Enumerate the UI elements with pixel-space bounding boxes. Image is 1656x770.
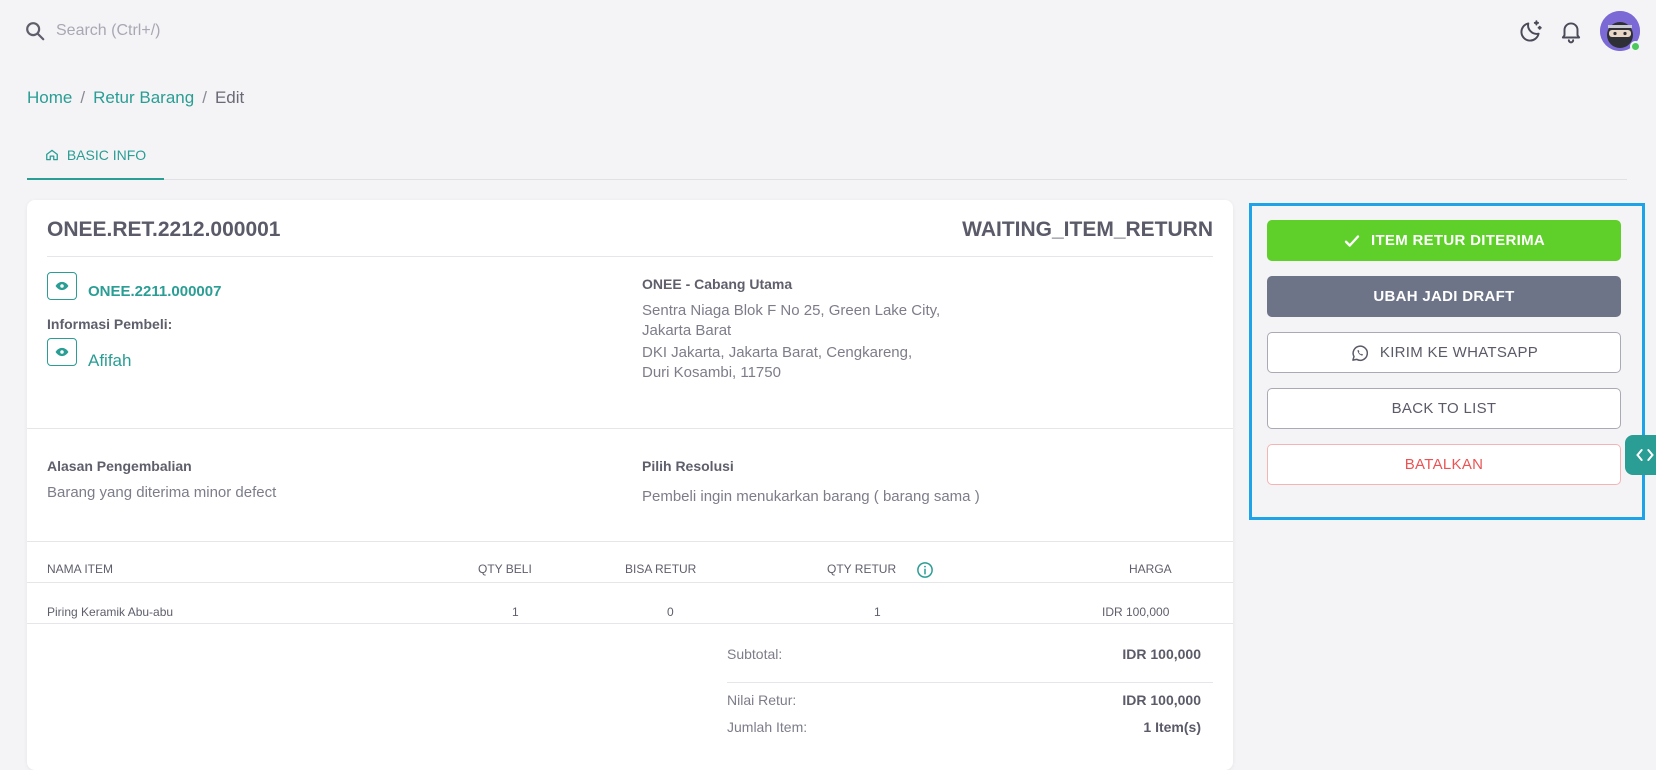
- item-count-value: 1 Item(s): [1143, 719, 1201, 735]
- code-icon: [1636, 449, 1654, 461]
- branch-address-line: Jakarta Barat: [642, 322, 732, 339]
- resolution-label: Pilih Resolusi: [642, 458, 734, 474]
- send-whatsapp-button[interactable]: KIRIM KE WHATSAPP: [1267, 332, 1621, 373]
- eye-icon: [55, 347, 69, 357]
- button-label: BACK TO LIST: [1391, 400, 1497, 417]
- whatsapp-icon: [1352, 344, 1368, 361]
- divider: [27, 428, 1233, 429]
- change-to-draft-button[interactable]: UBAH JADI DRAFT: [1267, 276, 1621, 317]
- branch-address-line: DKI Jakarta, Jakarta Barat, Cengkareng,: [642, 344, 913, 361]
- search-icon[interactable]: [24, 20, 46, 42]
- button-label: BATALKAN: [1404, 456, 1484, 473]
- top-navbar: [0, 0, 1656, 62]
- resolution-value: Pembeli ingin menukarkan barang ( barang…: [642, 488, 980, 505]
- item-qty-return: 1: [874, 605, 881, 619]
- tab-basic-info[interactable]: BASIC INFO: [27, 132, 164, 180]
- return-value: IDR 100,000: [1122, 692, 1201, 708]
- breadcrumb: Home / Retur Barang / Edit: [27, 88, 244, 108]
- item-count-label: Jumlah Item:: [727, 719, 808, 735]
- column-header-qty-return: QTY RETUR: [827, 562, 897, 576]
- button-label: UBAH JADI DRAFT: [1373, 288, 1515, 305]
- return-reason-label: Alasan Pengembalian: [47, 458, 192, 474]
- item-name: Piring Keramik Abu-abu: [47, 605, 174, 619]
- column-header-can-return: BISA RETUR: [625, 562, 697, 576]
- subtotal-label: Subtotal:: [727, 646, 783, 662]
- order-number-link[interactable]: ONEE.2211.000007: [88, 283, 221, 300]
- retur-detail-card: ONEE.RET.2212.000001 WAITING_ITEM_RETURN…: [27, 200, 1233, 770]
- item-price: IDR 100,000: [1102, 605, 1170, 619]
- retur-status: WAITING_ITEM_RETURN: [962, 218, 1213, 241]
- return-reason-value: Barang yang diterima minor defect: [47, 484, 277, 501]
- buyer-name-link[interactable]: Afifah: [88, 351, 131, 371]
- online-status-dot: [1630, 41, 1641, 52]
- branch-address-line: Duri Kosambi, 11750: [642, 364, 781, 381]
- divider: [27, 623, 1233, 624]
- info-icon[interactable]: [916, 561, 934, 579]
- back-to-list-button[interactable]: BACK TO LIST: [1267, 388, 1621, 429]
- eye-icon: [55, 281, 69, 291]
- button-label: ITEM RETUR DITERIMA: [1370, 232, 1546, 249]
- customizer-toggle[interactable]: [1625, 435, 1656, 475]
- divider: [47, 256, 1213, 257]
- breadcrumb-separator: /: [80, 88, 86, 107]
- divider: [27, 541, 1233, 542]
- cancel-return-button[interactable]: BATALKAN: [1267, 444, 1621, 485]
- divider: [727, 682, 1213, 683]
- item-can-return: 0: [667, 605, 674, 619]
- item-return-received-button[interactable]: ITEM RETUR DITERIMA: [1267, 220, 1621, 261]
- buyer-info-label: Informasi Pembeli:: [47, 316, 173, 332]
- home-icon: [45, 149, 58, 161]
- check-icon: [1344, 234, 1360, 247]
- branch-name: ONEE - Cabang Utama: [642, 276, 793, 292]
- branch-address-line: Sentra Niaga Blok F No 25, Green Lake Ci…: [642, 302, 941, 319]
- button-label: KIRIM KE WHATSAPP: [1379, 344, 1539, 361]
- subtotal-value: IDR 100,000: [1122, 646, 1201, 662]
- column-header-qty-buy: QTY BELI: [478, 562, 532, 576]
- bell-icon[interactable]: [1558, 18, 1584, 44]
- breadcrumb-home[interactable]: Home: [27, 88, 72, 108]
- breadcrumb-current: Edit: [214, 88, 245, 107]
- view-buyer-button[interactable]: [47, 338, 77, 366]
- item-qty-buy: 1: [512, 605, 519, 619]
- view-order-button[interactable]: [47, 272, 77, 300]
- search-input[interactable]: [56, 18, 456, 44]
- tab-bar: BASIC INFO: [27, 132, 1627, 180]
- retur-number: ONEE.RET.2212.000001: [47, 218, 281, 241]
- column-header-item-name: NAMA ITEM: [47, 562, 114, 576]
- tab-label: BASIC INFO: [66, 147, 147, 163]
- return-value-label: Nilai Retur:: [727, 692, 797, 708]
- breadcrumb-retur-barang[interactable]: Retur Barang: [93, 88, 194, 108]
- action-panel: ITEM RETUR DITERIMA UBAH JADI DRAFT KIRI…: [1249, 203, 1645, 520]
- moon-star-icon[interactable]: [1518, 18, 1544, 44]
- breadcrumb-separator: /: [202, 88, 207, 107]
- column-header-price: HARGA: [1129, 562, 1172, 576]
- divider: [27, 582, 1233, 583]
